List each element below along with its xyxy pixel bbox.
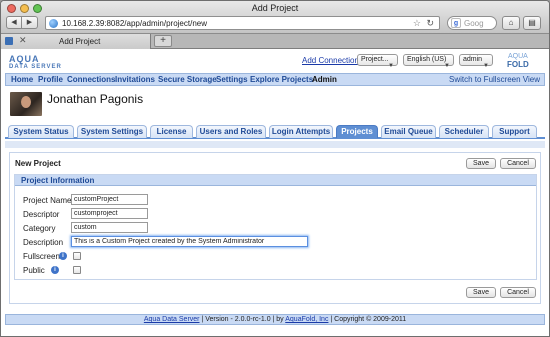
descriptor-label: Descriptor xyxy=(23,210,60,219)
add-connections-link[interactable]: Add Connections xyxy=(302,56,363,65)
public-info-icon[interactable]: i xyxy=(51,266,59,274)
back-button[interactable]: ◀ xyxy=(6,16,22,29)
cancel-button-top[interactable]: Cancel xyxy=(500,158,536,169)
new-tab-button[interactable]: + xyxy=(154,35,172,47)
tab-support[interactable]: Support xyxy=(492,125,537,138)
language-select[interactable]: English (US) ▼ xyxy=(403,54,454,69)
user-select[interactable]: admin ▼ xyxy=(459,54,493,69)
tab-content-strip xyxy=(5,141,545,148)
description-label: Description xyxy=(23,238,64,247)
nav-connections[interactable]: Connections xyxy=(67,75,115,84)
nav-home[interactable]: Home xyxy=(11,75,33,84)
category-label: Category xyxy=(23,224,56,233)
fullscreen-label: Fullscreen xyxy=(23,252,60,261)
search-field[interactable]: g Goog xyxy=(447,16,497,30)
user-select-value: admin xyxy=(463,56,483,63)
project-name-input[interactable] xyxy=(71,194,148,205)
admin-tabs: System Status System Settings License Us… xyxy=(5,125,545,139)
panel-title: New Project xyxy=(15,159,61,168)
project-information-section: Project Information Project Name Descrip… xyxy=(14,174,537,280)
main-nav: Home Profile Connections Invitations Sec… xyxy=(5,73,545,86)
description-input[interactable] xyxy=(71,236,308,247)
nav-profile[interactable]: Profile xyxy=(38,75,63,84)
avatar-face xyxy=(21,96,31,108)
nav-invitations[interactable]: Invitations xyxy=(115,75,155,84)
reload-button[interactable]: ↻ xyxy=(426,18,434,29)
tab-email-queue[interactable]: Email Queue xyxy=(381,125,436,138)
cancel-button-bottom[interactable]: Cancel xyxy=(500,287,536,298)
globe-icon xyxy=(49,19,58,28)
category-input[interactable] xyxy=(71,222,148,233)
descriptor-input[interactable] xyxy=(71,208,148,219)
app-page: AQUA DATA SERVER Add Connections Project… xyxy=(1,49,549,336)
google-icon: g xyxy=(451,18,461,28)
tab-users-and-roles[interactable]: Users and Roles xyxy=(196,125,266,138)
new-project-panel: New Project Save Cancel Project Informat… xyxy=(9,152,541,304)
aqua-data-server-logo[interactable]: AQUA DATA SERVER xyxy=(9,54,62,70)
language-select-value: English (US) xyxy=(407,56,447,63)
tab-close-button[interactable]: ✕ xyxy=(19,35,27,46)
bookmarks-button[interactable]: ▤ xyxy=(523,16,541,30)
project-select-value: Project... xyxy=(361,56,389,63)
fullscreen-view-link[interactable]: Switch to Fullscreen View xyxy=(449,75,540,84)
aqua-data-server-link[interactable]: Aqua Data Server xyxy=(144,316,200,323)
nav-settings[interactable]: Settings xyxy=(216,75,248,84)
history-buttons: ◀ ▶ xyxy=(6,16,38,29)
section-header: Project Information xyxy=(15,175,536,186)
aquafold-link[interactable]: AquaFold, Inc xyxy=(285,316,328,323)
favicon-icon xyxy=(5,37,13,45)
save-button-bottom[interactable]: Save xyxy=(466,287,496,298)
project-select[interactable]: Project... ▼ xyxy=(357,54,398,69)
nav-explore-projects[interactable]: Explore Projects xyxy=(250,75,313,84)
tab-license[interactable]: License xyxy=(150,125,193,138)
window-title: Add Project xyxy=(251,3,299,13)
avatar xyxy=(10,92,42,116)
footer-version-text: | Version - 2.0.0-rc-1.0 | by xyxy=(199,316,286,323)
aquafold-logo[interactable]: AQUA FOLD xyxy=(507,53,529,69)
chevron-down-icon: ▼ xyxy=(483,63,489,69)
tab-system-status[interactable]: System Status xyxy=(8,125,74,138)
browser-tab-strip: ✕ Add Project + xyxy=(1,34,549,49)
user-name: Jonathan Pagonis xyxy=(47,92,144,106)
forward-button[interactable]: ▶ xyxy=(22,16,38,29)
browser-tab[interactable]: ✕ Add Project xyxy=(1,34,151,49)
page-footer: Aqua Data Server | Version - 2.0.0-rc-1.… xyxy=(5,314,545,325)
public-checkbox[interactable] xyxy=(73,266,81,274)
public-label: Public xyxy=(23,266,45,275)
tab-login-attempts[interactable]: Login Attempts xyxy=(269,125,333,138)
address-text: 10.168.2.39:8082/app/admin/project/new xyxy=(62,19,207,28)
search-placeholder: Goog xyxy=(464,19,484,28)
aquafold-logo-bottom: FOLD xyxy=(507,60,529,69)
footer-copyright-text: | Copyright © 2009-2011 xyxy=(328,316,407,323)
tab-scheduler[interactable]: Scheduler xyxy=(439,125,489,138)
nav-admin[interactable]: Admin xyxy=(312,75,337,84)
browser-window: Add Project ◀ ▶ 10.168.2.39:8082/app/adm… xyxy=(0,0,550,337)
logo-subtitle: DATA SERVER xyxy=(9,64,62,70)
address-bar[interactable]: 10.168.2.39:8082/app/admin/project/new ☆… xyxy=(45,16,440,30)
chevron-down-icon: ▼ xyxy=(444,63,450,69)
logo-wordmark: AQUA xyxy=(9,54,40,64)
home-button[interactable]: ⌂ xyxy=(502,16,520,30)
browser-tab-label: Add Project xyxy=(59,37,101,46)
project-name-label: Project Name xyxy=(23,196,72,205)
chevron-down-icon: ▼ xyxy=(388,63,394,69)
fullscreen-info-icon[interactable]: i xyxy=(59,252,67,260)
tab-system-settings[interactable]: System Settings xyxy=(77,125,147,138)
tab-projects[interactable]: Projects xyxy=(336,125,378,138)
save-button-top[interactable]: Save xyxy=(466,158,496,169)
aquafold-logo-top: AQUA xyxy=(507,53,528,60)
fullscreen-checkbox[interactable] xyxy=(73,252,81,260)
title-bar: Add Project ◀ ▶ 10.168.2.39:8082/app/adm… xyxy=(1,1,549,34)
bookmark-star-icon[interactable]: ☆ xyxy=(413,18,421,29)
nav-secure-storage[interactable]: Secure Storage xyxy=(158,75,217,84)
